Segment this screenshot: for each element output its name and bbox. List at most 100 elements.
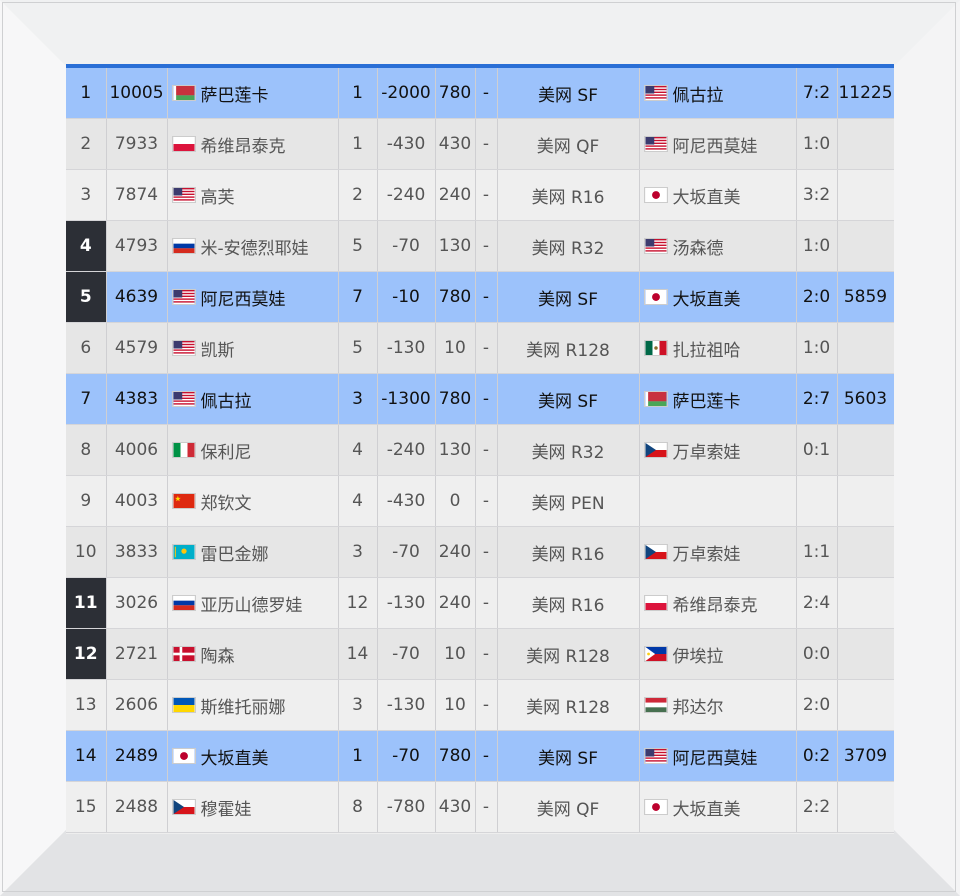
player-name[interactable]: 斯维托丽娜 [201,693,286,718]
table-row[interactable]: 9 4003 郑钦文 4 -430 0- 美网 PEN [66,475,894,527]
player-name[interactable]: 大坂直美 [201,744,269,769]
rank-cell: 9 [66,475,107,527]
live-points-cell: 5603 [837,373,894,425]
drop-points-cell: 10 [435,322,476,374]
live-points-cell: 5859 [837,271,894,323]
drop-points-cell: 430 [435,781,476,833]
usa-flag-icon [171,187,196,203]
round-cell: 美网 SF [497,271,640,323]
live-points-cell [837,577,894,629]
round-cell: 美网 SF [497,730,640,782]
dash-cell: - [475,679,498,731]
opponent-cell: 扎拉祖哈 [639,322,797,374]
player-name[interactable]: 高芙 [201,183,235,208]
opponent-cell: 汤森德 [639,220,797,272]
opponent-cell: 万卓索娃 [639,526,797,578]
played-cell: 5 [338,322,378,374]
opponent-name[interactable]: 汤森德 [673,234,724,259]
opponent-cell: 希维昂泰克 [639,577,797,629]
score-cell: 0:1 [796,424,838,476]
player-name[interactable]: 雷巴金娜 [201,540,269,565]
poland-flag-icon [643,595,668,611]
round-cell: 美网 QF [497,781,640,833]
table-row[interactable]: 5 4639 阿尼西莫娃 7 -10 780- 美网 SF 大坂直美 2:0 5859 [66,271,894,323]
opponent-name[interactable]: 大坂直美 [673,285,741,310]
points-cell: 10005 [106,68,168,119]
philippines-flag-icon [643,646,668,662]
opponent-name[interactable]: 佩古拉 [673,81,724,106]
player-name[interactable]: 佩古拉 [201,387,252,412]
table-row[interactable]: 4 4793 米-安德烈耶娃 5 -70 130- 美网 R32 汤森德 1:0 [66,220,894,272]
opponent-name[interactable]: 阿尼西莫娃 [673,132,758,157]
player-cell: 保利尼 [167,424,339,476]
table-row[interactable]: 12 2721 陶森 14 -70 10- 美网 R128 伊埃拉 0:0 [66,628,894,680]
czech-flag-icon [643,442,668,458]
player-name[interactable]: 穆霍娃 [201,795,252,820]
rank-cell: 12 [66,628,107,680]
round-cell: 美网 R128 [497,628,640,680]
player-name[interactable]: 郑钦文 [201,489,252,514]
dash-cell: - [475,169,498,221]
score-cell: 2:0 [796,679,838,731]
opponent-name[interactable]: 大坂直美 [673,795,741,820]
player-name[interactable]: 萨巴莲卡 [201,81,269,106]
round-cell: 美网 R16 [497,526,640,578]
opponent-name[interactable]: 萨巴莲卡 [673,387,741,412]
player-name[interactable]: 亚历山德罗娃 [201,591,303,616]
player-cell: 穆霍娃 [167,781,339,833]
table-row[interactable]: 6 4579 凯斯 5 -130 10- 美网 R128 扎拉祖哈 1:0 [66,322,894,374]
opponent-name[interactable]: 大坂直美 [673,183,741,208]
table-row[interactable]: 8 4006 保利尼 4 -240 130- 美网 R32 万卓索娃 0:1 [66,424,894,476]
points-cell: 4003 [106,475,168,527]
table-row[interactable]: 11 3026 亚历山德罗娃 12 -130 240- 美网 R16 希维昂泰克 2:4 [66,577,894,629]
round-cell: 美网 R128 [497,322,640,374]
table-row[interactable]: 15 2488 穆霍娃 8 -780 430- 美网 QF 大坂直美 2:2 [66,781,894,833]
player-name[interactable]: 米-安德烈耶娃 [201,234,309,259]
opponent-name[interactable]: 万卓索娃 [673,540,741,565]
opponent-cell: 邦达尔 [639,679,797,731]
round-cell: 美网 SF [497,68,640,119]
china-flag-icon [171,493,196,509]
drop-points-cell: 780 [435,373,476,425]
points-cell: 4579 [106,322,168,374]
table-row[interactable]: 14 2489 大坂直美 1 -70 780- 美网 SF 阿尼西莫娃 0:2 3709 [66,730,894,782]
table-row[interactable]: 1 10005 萨巴莲卡 1 -2000 780- 美网 SF 佩古拉 7:2 11225 [66,68,894,119]
opponent-name[interactable]: 阿尼西莫娃 [673,744,758,769]
opponent-name[interactable]: 希维昂泰克 [673,591,758,616]
live-points-cell [837,322,894,374]
score-cell: 2:2 [796,781,838,833]
player-cell: 佩古拉 [167,373,339,425]
points-change-cell: -430 [377,475,436,527]
table-row[interactable]: 7 4383 佩古拉 3 -1300 780- 美网 SF 萨巴莲卡 2:7 5603 [66,373,894,425]
table-row[interactable]: 13 2606 斯维托丽娜 3 -130 10- 美网 R128 邦达尔 2:0 [66,679,894,731]
opponent-name[interactable]: 邦达尔 [673,693,724,718]
played-cell: 3 [338,373,378,425]
player-name[interactable]: 阿尼西莫娃 [201,285,286,310]
drop-points-cell: 780 [435,271,476,323]
table-row[interactable]: 10 3833 雷巴金娜 3 -70 240- 美网 R16 万卓索娃 1:1 [66,526,894,578]
table-row[interactable]: 3 7874 高芙 2 -240 240- 美网 R16 大坂直美 3:2 [66,169,894,221]
belarus-flag-icon [171,85,196,101]
player-name[interactable]: 陶森 [201,642,235,667]
denmark-flag-icon [171,646,196,662]
dash-cell: - [475,271,498,323]
opponent-name[interactable]: 万卓索娃 [673,438,741,463]
japan-flag-icon [171,748,196,764]
points-change-cell: -240 [377,424,436,476]
rank-cell: 1 [66,68,107,119]
drop-points-cell: 240 [435,169,476,221]
table-row[interactable]: 2 7933 希维昂泰克 1 -430 430- 美网 QF 阿尼西莫娃 1:0 [66,118,894,170]
player-name[interactable]: 凯斯 [201,336,235,361]
score-cell: 7:2 [796,68,838,119]
japan-flag-icon [643,289,668,305]
player-name[interactable]: 希维昂泰克 [201,132,286,157]
opponent-name[interactable]: 伊埃拉 [673,642,724,667]
drop-points-cell: 130 [435,424,476,476]
points-change-cell: -70 [377,220,436,272]
dash-cell: - [475,118,498,170]
dash-cell: - [475,628,498,680]
russia-flag-icon [171,238,196,254]
player-name[interactable]: 保利尼 [201,438,252,463]
round-cell: 美网 R16 [497,577,640,629]
opponent-name[interactable]: 扎拉祖哈 [673,336,741,361]
